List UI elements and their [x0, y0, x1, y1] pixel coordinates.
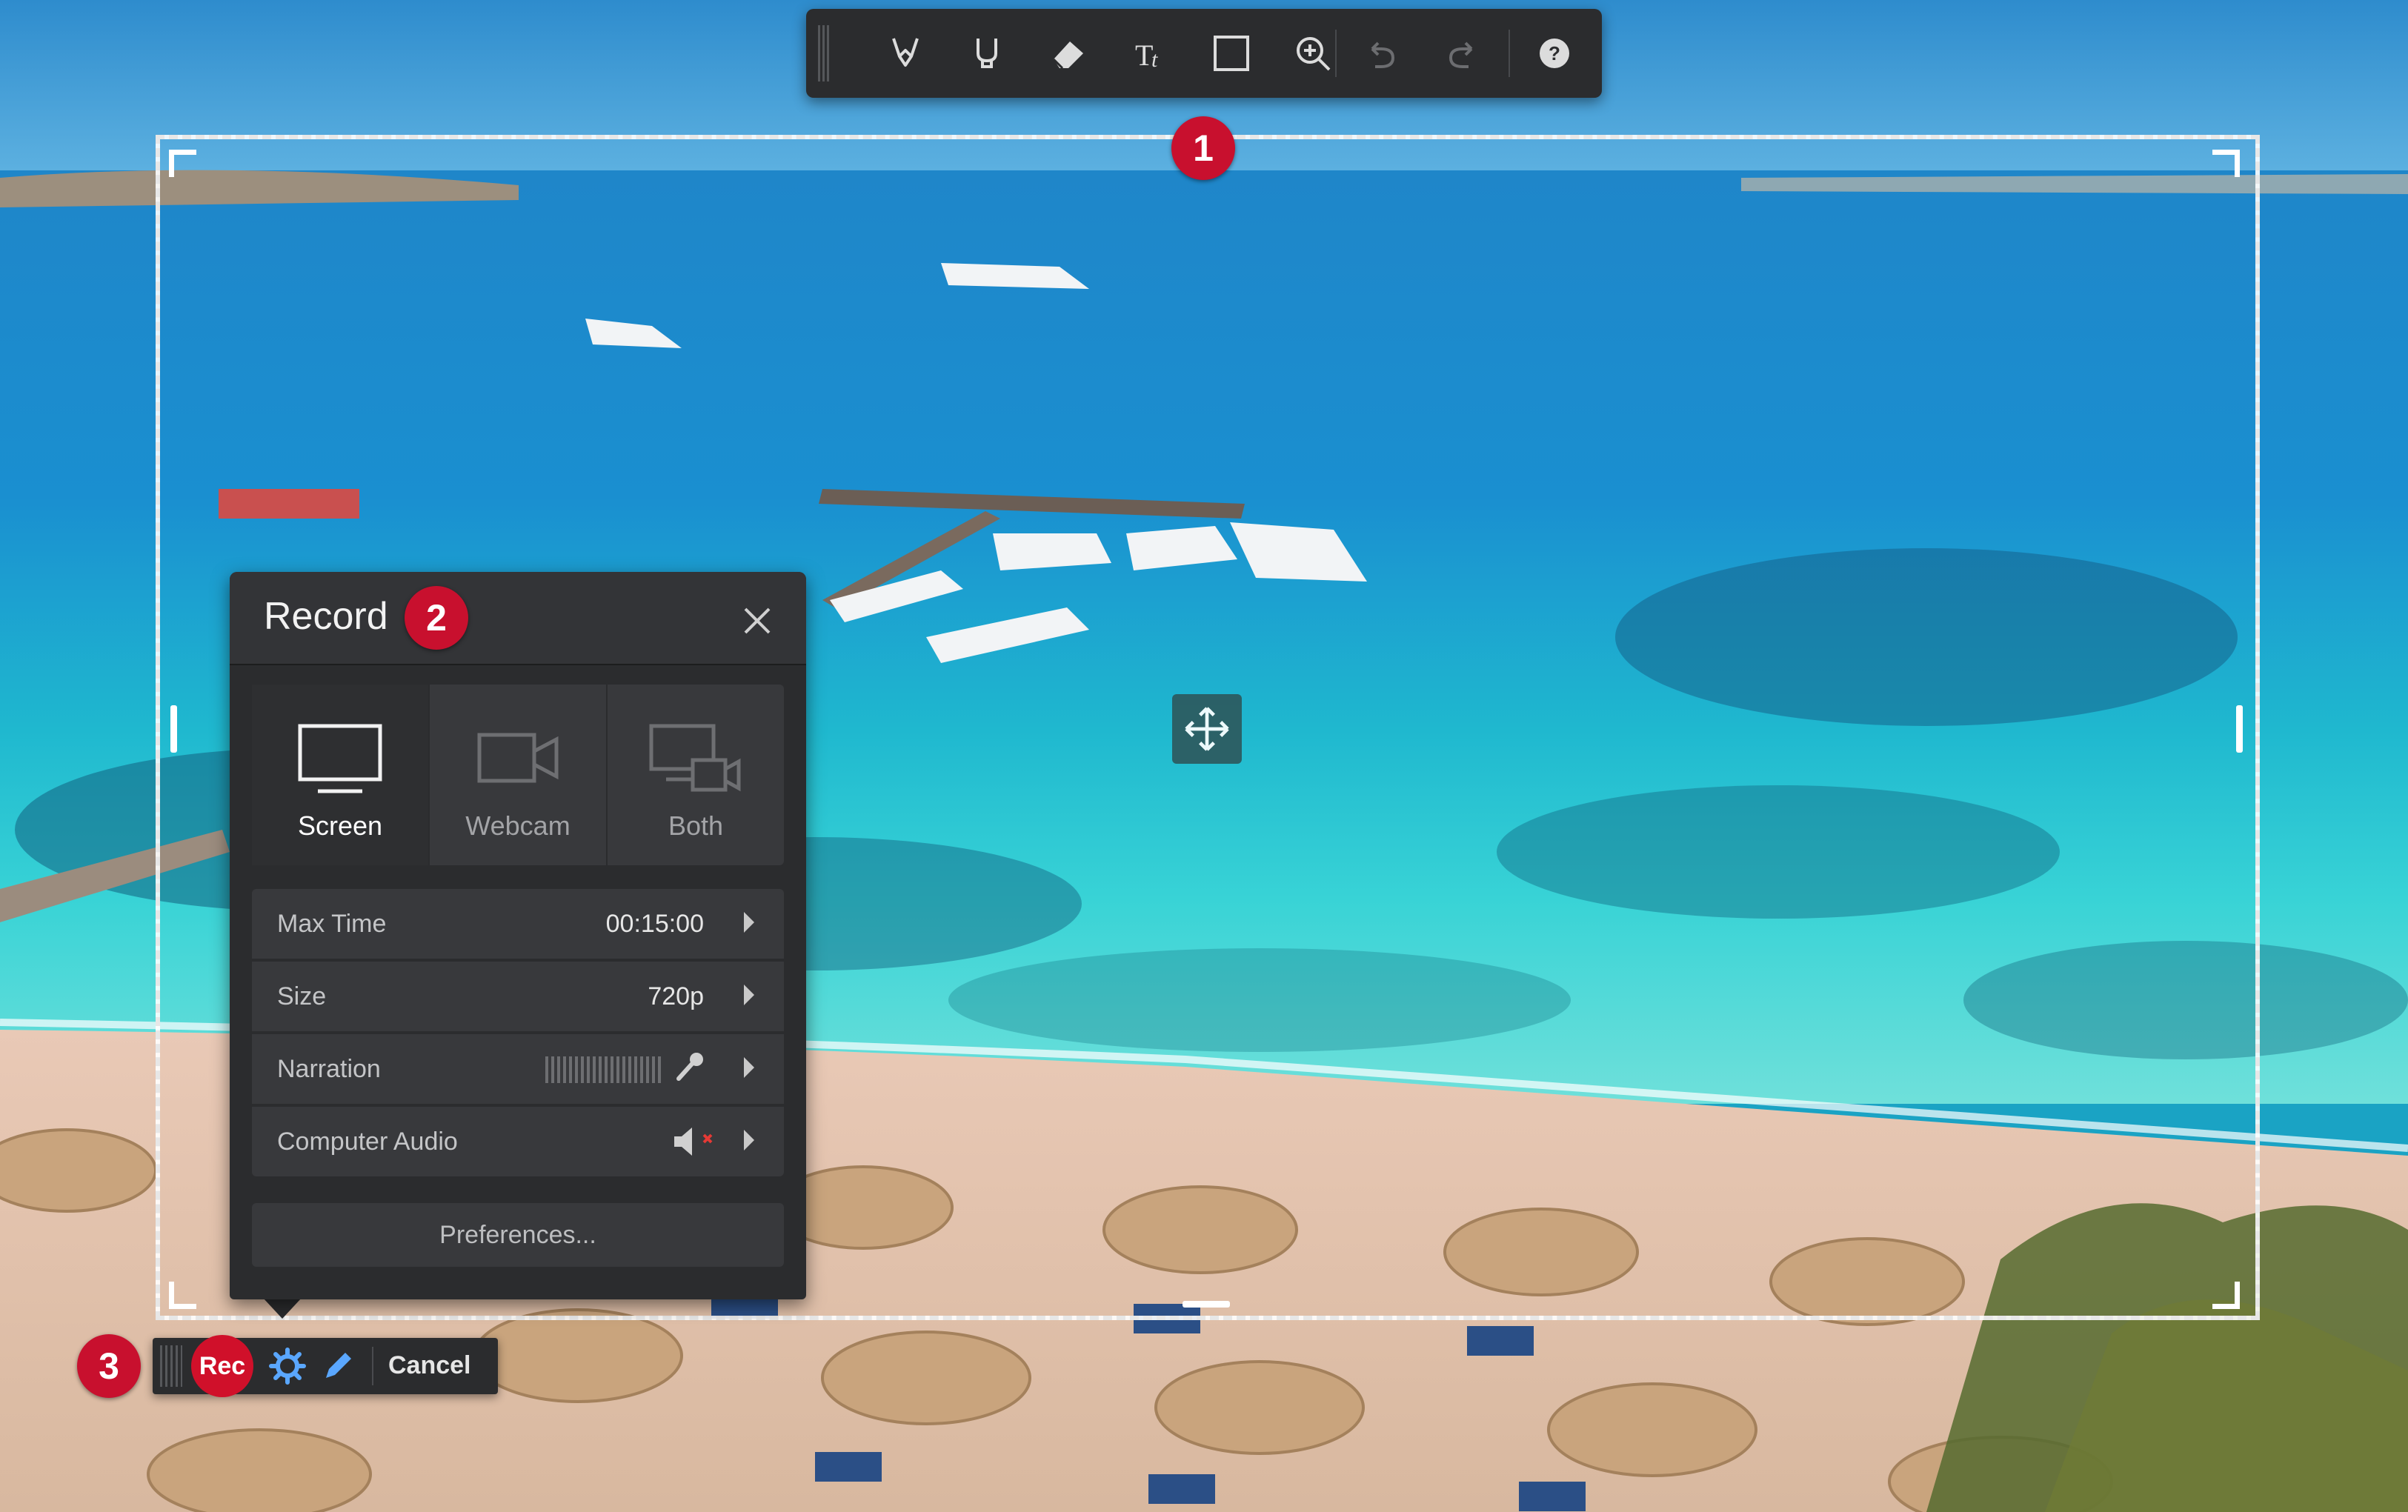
text-icon[interactable]: Tt [1122, 25, 1178, 81]
computer-audio-row[interactable]: Computer Audio [252, 1107, 784, 1176]
gear-icon[interactable] [268, 1347, 307, 1385]
redo-icon[interactable] [1434, 25, 1491, 81]
microphone-icon [676, 1053, 703, 1081]
settings-list: Max Time 00:15:00 Size 720p Narration Co… [252, 889, 784, 1176]
annotation-toolbar: Tt ? [806, 9, 1602, 98]
max-time-row[interactable]: Max Time 00:15:00 [252, 889, 784, 959]
eraser-icon[interactable] [1040, 25, 1097, 81]
resize-handle-bottom[interactable] [1183, 1301, 1230, 1308]
capture-mode-selector: Screen Webcam Both [252, 685, 784, 865]
narration-label: Narration [277, 1055, 381, 1083]
chevron-right-icon [744, 912, 754, 933]
svg-text:t: t [1151, 47, 1158, 72]
mode-webcam-label: Webcam [465, 810, 571, 841]
size-row[interactable]: Size 720p [252, 962, 784, 1031]
step-badge-1: 1 [1171, 116, 1235, 180]
chevron-right-icon [744, 1130, 754, 1150]
record-panel: Record 2 Screen Webcam Both Max Time 00:… [230, 572, 806, 1299]
undo-icon[interactable] [1353, 25, 1409, 81]
pen-icon[interactable] [959, 25, 1015, 81]
recorder-control-bar: Rec Cancel [153, 1335, 498, 1397]
toolbar-drag-grip[interactable] [818, 25, 831, 81]
resize-corner-bottom-right[interactable] [2212, 1282, 2240, 1309]
max-time-label: Max Time [277, 910, 387, 938]
control-bar-drag-grip[interactable] [160, 1345, 182, 1387]
rec-button[interactable]: Rec [191, 1335, 253, 1397]
pencil-icon[interactable] [319, 1347, 357, 1385]
zoom-in-icon[interactable] [1285, 25, 1341, 81]
close-icon[interactable] [735, 599, 779, 643]
audio-level-meter [545, 1056, 664, 1083]
toolbar-divider [1509, 30, 1510, 77]
svg-text:?: ? [1549, 42, 1560, 64]
record-panel-header: Record 2 [230, 572, 806, 665]
help-icon[interactable]: ? [1526, 25, 1583, 81]
resize-handle-right[interactable] [2236, 705, 2243, 753]
step-badge-3: 3 [77, 1334, 141, 1398]
chevron-right-icon [744, 1057, 754, 1078]
rectangle-icon[interactable] [1203, 25, 1260, 81]
mode-screen-label: Screen [297, 810, 383, 841]
computer-audio-label: Computer Audio [277, 1128, 458, 1156]
narration-row[interactable]: Narration [252, 1034, 784, 1104]
step-badge-2: 2 [405, 586, 468, 650]
resize-corner-bottom-left[interactable] [169, 1282, 196, 1309]
mode-both[interactable]: Both [608, 685, 784, 865]
webcam-icon [477, 733, 559, 783]
svg-text:T: T [1135, 39, 1153, 72]
resize-corner-top-left[interactable] [169, 150, 196, 177]
speaker-muted-icon [674, 1128, 713, 1156]
highlighter-icon[interactable] [877, 25, 934, 81]
control-bar-divider [372, 1347, 373, 1385]
size-value: 720p [648, 982, 704, 1010]
toolbar-divider [1335, 30, 1337, 77]
mode-webcam[interactable]: Webcam [430, 685, 608, 865]
max-time-value: 00:15:00 [605, 910, 704, 938]
preferences-button[interactable]: Preferences... [252, 1203, 784, 1267]
chevron-right-icon [744, 985, 754, 1005]
resize-corner-top-right[interactable] [2212, 150, 2240, 177]
screen-icon [298, 724, 382, 793]
panel-title: Record [264, 595, 388, 638]
screen-and-webcam-icon [649, 724, 741, 792]
panel-pointer [263, 1298, 302, 1319]
mode-both-label: Both [668, 810, 724, 841]
move-icon[interactable] [1172, 694, 1242, 764]
mode-screen[interactable]: Screen [252, 685, 430, 865]
size-label: Size [277, 982, 327, 1010]
cancel-button[interactable]: Cancel [388, 1351, 471, 1380]
resize-handle-left[interactable] [170, 705, 177, 753]
